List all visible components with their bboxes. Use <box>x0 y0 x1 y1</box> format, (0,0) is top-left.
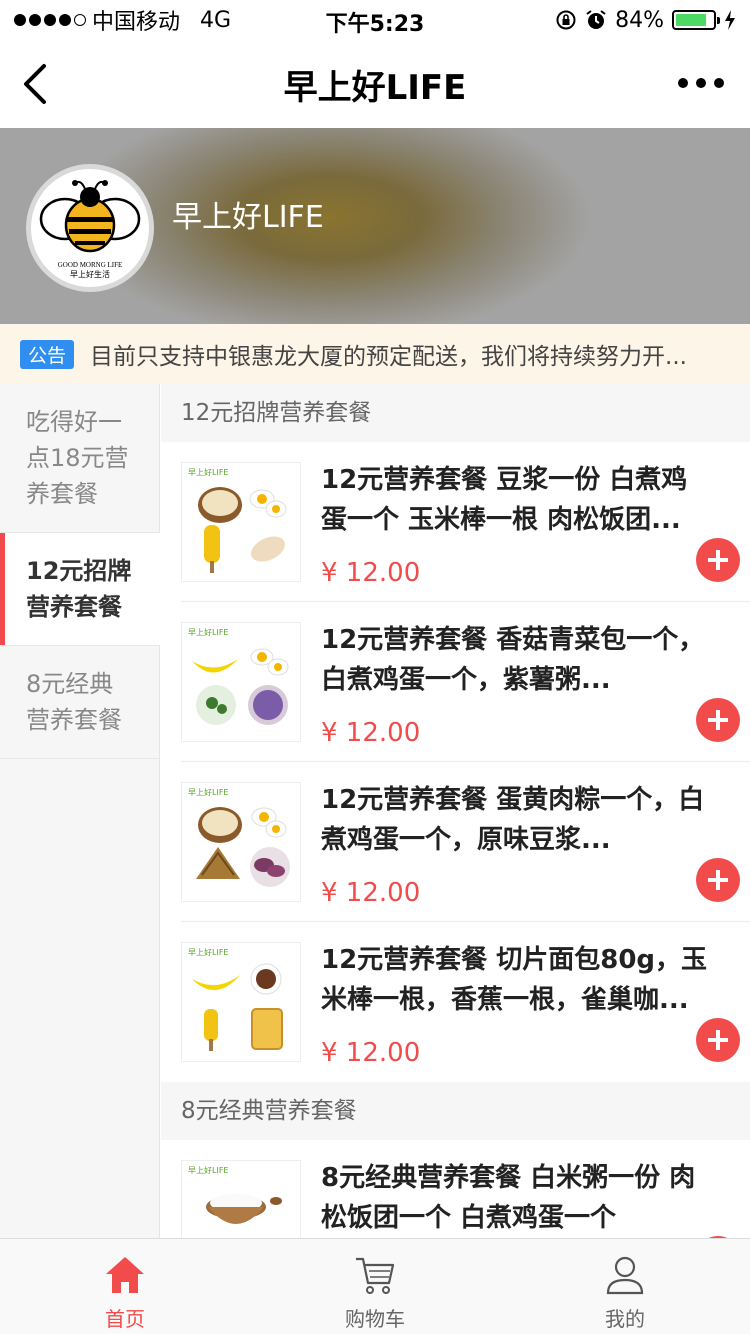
nav-bar: 早上好LIFE <box>0 40 750 128</box>
bee-logo-icon: GOOD MORNG LIFE 早上好生活 <box>39 180 141 279</box>
tab-label: 购物车 <box>345 1307 405 1331</box>
more-button[interactable] <box>678 78 724 88</box>
meal-photo <box>198 487 287 573</box>
svg-text:GOOD MORNG LIFE: GOOD MORNG LIFE <box>58 261 123 269</box>
product-item[interactable]: 早上好LIFE 8元经典营养套餐 白米粥一份 肉松饭团一个 白煮鸡蛋一个 <box>181 1140 750 1238</box>
add-to-cart-button[interactable] <box>696 858 740 902</box>
product-item[interactable]: 早上好LIFE 12元营养套餐 蛋黄肉粽一个，白煮鸡蛋一个，原味豆浆... ¥ … <box>181 762 750 922</box>
section-title: 8元经典营养套餐 <box>161 1082 750 1140</box>
tab-home[interactable]: 首页 <box>0 1239 250 1334</box>
add-to-cart-button[interactable] <box>696 1018 740 1062</box>
svg-text:早上好生活: 早上好生活 <box>70 269 110 279</box>
status-left: 中国移动 4G <box>14 4 231 36</box>
charging-icon <box>725 10 735 30</box>
battery-icon <box>672 10 720 30</box>
product-item[interactable]: 早上好LIFE 12元营养套餐 豆浆一份 白煮鸡蛋一个 玉米棒一根 肉松饭团..… <box>181 442 750 602</box>
status-bar: 中国移动 4G 下午5:23 84% <box>0 0 750 40</box>
tab-label: 首页 <box>105 1307 145 1331</box>
signal-icon <box>14 14 86 26</box>
product-name: 8元经典营养套餐 白米粥一份 肉松饭团一个 白煮鸡蛋一个 <box>321 1163 696 1233</box>
cart-icon <box>356 1257 395 1294</box>
product-image[interactable]: 早上好LIFE <box>181 782 301 902</box>
product-name: 12元营养套餐 香菇青菜包一个，白煮鸡蛋一个，紫薯粥... <box>321 625 705 695</box>
tab-label: 我的 <box>605 1307 645 1331</box>
shop-name: 早上好LIFE <box>172 200 324 235</box>
shop-logo[interactable]: GOOD MORNG LIFE 早上好生活 <box>26 164 154 292</box>
notice-tag: 公告 <box>20 339 75 369</box>
add-to-cart-button[interactable] <box>696 538 740 582</box>
product-image[interactable]: 早上好LIFE <box>181 622 301 742</box>
product-item[interactable]: 早上好LIFE 12元营养套餐 香菇青菜包一个，白煮鸡蛋一个，紫薯粥... ¥ … <box>181 602 750 762</box>
product-price: ¥ 12.00 <box>321 558 421 588</box>
more-dots-icon <box>678 78 688 88</box>
chevron-left-icon <box>24 64 46 104</box>
alarm-icon <box>586 10 606 29</box>
product-name: 12元营养套餐 切片面包80g，玉米棒一根，香蕉一根，雀巢咖... <box>321 945 708 1015</box>
sidebar-item-8yuan[interactable]: 8元经典营养套餐 <box>0 646 160 759</box>
sidebar-item-label: 吃得好一点18元营养套餐 <box>26 408 129 508</box>
shop-header: GOOD MORNG LIFE 早上好生活 早上好LIFE <box>0 128 750 324</box>
product-price: ¥ 12.00 <box>321 1038 421 1068</box>
product-image[interactable]: 早上好LIFE <box>181 1160 301 1238</box>
tab-bar: 首页 购物车 我的 <box>0 1238 750 1334</box>
product-list: 12元招牌营养套餐 早上好LIFE 12元营养套餐 豆浆一份 白煮鸡蛋一个 玉米… <box>161 384 750 1238</box>
tab-profile[interactable]: 我的 <box>500 1239 750 1334</box>
product-price: ¥ 12.00 <box>321 718 421 748</box>
battery-fill <box>676 14 707 26</box>
brand-tag: 早上好LIFE <box>188 628 229 637</box>
product-image[interactable]: 早上好LIFE <box>181 462 301 582</box>
sidebar-item-12yuan[interactable]: 12元招牌营养套餐 <box>0 533 160 646</box>
brand-tag: 早上好LIFE <box>188 468 229 477</box>
battery-percent: 84% <box>615 7 664 33</box>
carrier-label: 中国移动 <box>92 10 181 35</box>
page-title: 早上好LIFE <box>283 67 467 108</box>
brand-tag: 早上好LIFE <box>188 1166 229 1175</box>
product-image[interactable]: 早上好LIFE <box>181 942 301 1062</box>
section-title: 12元招牌营养套餐 <box>161 384 750 442</box>
sidebar-item-label: 12元招牌营养套餐 <box>26 557 132 621</box>
brand-tag: 早上好LIFE <box>188 788 229 797</box>
sidebar-item-label: 8元经典营养套餐 <box>26 670 122 734</box>
meal-photo <box>196 807 290 887</box>
rotation-lock-icon <box>556 10 576 30</box>
product-price: ¥ 12.00 <box>321 878 421 908</box>
home-icon <box>106 1257 144 1293</box>
user-icon <box>606 1256 644 1295</box>
tab-cart[interactable]: 购物车 <box>250 1239 500 1334</box>
notice-text: 目前只支持中银惠龙大厦的预定配送，我们将持续努力开... <box>90 344 687 370</box>
product-name: 12元营养套餐 蛋黄肉粽一个，白煮鸡蛋一个，原味豆浆... <box>321 785 705 855</box>
add-to-cart-button[interactable] <box>696 698 740 742</box>
category-sidebar: 吃得好一点18元营养套餐 12元招牌营养套餐 8元经典营养套餐 <box>0 384 160 1238</box>
network-label: 4G <box>200 7 232 33</box>
status-right: 84% <box>555 8 736 33</box>
meal-photo <box>192 963 283 1051</box>
sidebar-item-18yuan[interactable]: 吃得好一点18元营养套餐 <box>0 384 160 533</box>
product-item[interactable]: 早上好LIFE 12元营养套餐 切片面包80g，玉米棒一根，香蕉一根，雀巢咖..… <box>181 922 750 1082</box>
product-name: 12元营养套餐 豆浆一份 白煮鸡蛋一个 玉米棒一根 肉松饭团... <box>321 465 688 535</box>
meal-photo <box>192 648 289 725</box>
notice-bar[interactable]: 公告 目前只支持中银惠龙大厦的预定配送，我们将持续努力开... <box>0 324 750 384</box>
back-button[interactable] <box>18 62 58 106</box>
brand-tag: 早上好LIFE <box>188 948 229 957</box>
